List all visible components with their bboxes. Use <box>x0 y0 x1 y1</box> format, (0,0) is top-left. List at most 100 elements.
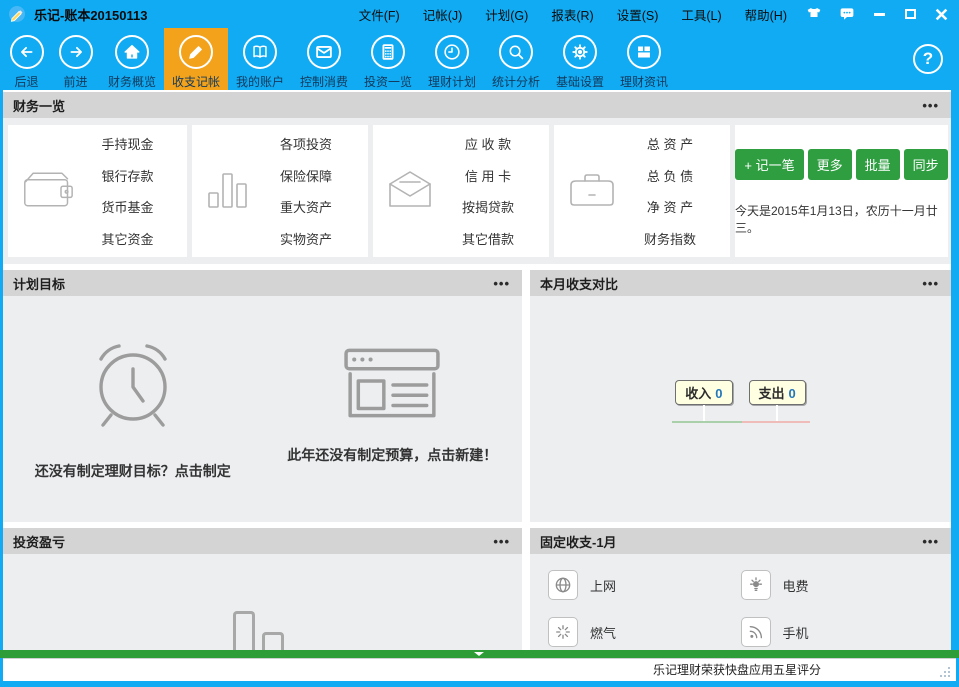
panel-month-compare: 本月收支对比 ••• 收入0 <box>530 270 951 522</box>
finance-cards: 手持现金 银行存款 货币基金 其它资金 各项投资 保险保障 重大资产 实物资产 <box>3 118 951 264</box>
toolbar-label: 收支记帐 <box>172 73 220 90</box>
menu-settings[interactable]: 设置(S) <box>617 5 659 24</box>
card-item[interactable]: 应 收 款 <box>433 134 543 153</box>
panel-fixed-income-expense: 固定收支-1月 ••• 上网 电费 <box>530 528 951 650</box>
fixed-item-gas[interactable]: 燃气 <box>548 617 741 647</box>
plan-body: 还没有制定理财目标？点击制定 此年还没有制定预算，点击新建！ <box>3 296 522 522</box>
fixed-item-electricity[interactable]: 电费 <box>741 570 934 600</box>
today-date-text: 今天是2015年1月13日，农历十一月廿三。 <box>735 202 948 236</box>
help-button[interactable]: ? <box>913 44 943 74</box>
record-entry-button[interactable]: + 记一笔 <box>735 149 803 180</box>
statistics-button[interactable]: 统计分析 <box>484 28 548 90</box>
row-bottom: 投资盈亏 ••• 固定收支-1月 ••• <box>3 528 951 650</box>
income-tooltip[interactable]: 收入0 <box>675 380 732 405</box>
forward-arrow-icon <box>59 35 93 69</box>
envelope-icon <box>307 35 341 69</box>
card-item[interactable]: 保险保障 <box>250 166 362 185</box>
my-accounts-button[interactable]: 我的账户 <box>228 28 292 90</box>
panel-title: 计划目标 <box>13 274 65 293</box>
expense-tooltip[interactable]: 支出0 <box>749 380 806 405</box>
card-item[interactable]: 总 负 债 <box>616 166 724 185</box>
income-expense-record-button[interactable]: 收支记帐 <box>164 28 228 90</box>
card-net-worth-labels: 总 资 产 总 负 债 净 资 产 财务指数 <box>616 134 730 248</box>
card-item[interactable]: 重大资产 <box>250 197 362 216</box>
income-tick <box>703 405 705 421</box>
invest-bar-icon <box>262 632 284 650</box>
batch-button[interactable]: 批量 <box>856 149 900 180</box>
more-menu-button[interactable]: ••• <box>922 98 939 113</box>
goal-budget-text[interactable]: 此年还没有制定预算，点击新建！ <box>287 445 497 465</box>
more-menu-button[interactable]: ••• <box>922 534 939 549</box>
income-line <box>672 421 742 423</box>
finance-news-button[interactable]: 理财资讯 <box>612 28 676 90</box>
feedback-bubble-icon[interactable] <box>838 6 856 22</box>
menu-file[interactable]: 文件(F) <box>359 5 400 24</box>
spending-control-button[interactable]: 控制消费 <box>292 28 356 90</box>
maximize-button[interactable] <box>902 6 918 22</box>
compare-tooltips: 收入0 支出0 <box>675 380 806 421</box>
card-item[interactable]: 按揭贷款 <box>433 197 543 216</box>
goal-target-placeholder[interactable]: 还没有制定理财目标？点击制定 <box>3 296 263 522</box>
card-item[interactable]: 财务指数 <box>616 229 724 248</box>
goal-budget-placeholder[interactable]: 此年还没有制定预算，点击新建！ <box>263 296 523 522</box>
more-menu-button[interactable]: ••• <box>493 534 510 549</box>
forward-button[interactable]: 前进 <box>51 28 100 90</box>
minimize-button[interactable] <box>871 6 887 22</box>
finance-overview-button[interactable]: 财务概览 <box>100 28 164 90</box>
app-window: 乐记-账本20150113 文件(F) 记帐(J) 计划(G) 报表(R) 设置… <box>0 0 959 687</box>
card-net-worth[interactable]: 总 资 产 总 负 债 净 资 产 财务指数 <box>554 125 730 257</box>
gear-icon <box>563 35 597 69</box>
resize-grip[interactable] <box>939 666 951 678</box>
more-menu-button[interactable]: ••• <box>922 276 939 291</box>
expense-line <box>742 421 810 423</box>
toolbar-label: 后退 <box>14 73 38 90</box>
card-item[interactable]: 货币基金 <box>74 197 181 216</box>
toolbar-label: 控制消费 <box>300 73 348 90</box>
close-button[interactable] <box>933 6 949 22</box>
sync-button[interactable]: 同步 <box>904 149 948 180</box>
card-receivables[interactable]: 应 收 款 信 用 卡 按揭贷款 其它借款 <box>373 125 549 257</box>
card-item[interactable]: 其它借款 <box>433 229 543 248</box>
tiles-icon <box>627 35 661 69</box>
status-notice-text[interactable]: 乐记理财荣获快盘应用五星评分 <box>653 659 821 682</box>
back-button[interactable]: 后退 <box>2 28 51 90</box>
fixed-item-mobile[interactable]: 手机 <box>741 617 934 647</box>
card-item[interactable]: 总 资 产 <box>616 134 724 153</box>
maximize-icon <box>905 9 916 19</box>
card-item[interactable]: 银行存款 <box>74 166 181 185</box>
financial-plan-button[interactable]: 理财计划 <box>420 28 484 90</box>
menu-record[interactable]: 记帐(J) <box>423 5 463 24</box>
menu-plan[interactable]: 计划(G) <box>485 5 528 24</box>
toolbar: 后退 前进 财务概览 收支记帐 我的账户 控制消费 投资一览 理财计划 <box>0 28 959 90</box>
home-icon <box>115 35 149 69</box>
panel-title: 固定收支-1月 <box>540 532 617 551</box>
menu-help[interactable]: 帮助(H) <box>745 5 787 24</box>
card-item[interactable]: 手持现金 <box>74 134 181 153</box>
card-cash[interactable]: 手持现金 银行存款 货币基金 其它资金 <box>8 125 187 257</box>
window-title: 乐记-账本20150113 <box>34 5 147 24</box>
card-investments[interactable]: 各项投资 保险保障 重大资产 实物资产 <box>192 125 368 257</box>
toolbar-label: 理财资讯 <box>620 73 668 90</box>
notification-bar[interactable] <box>0 650 959 658</box>
more-button[interactable]: 更多 <box>808 149 852 180</box>
fixed-item-internet[interactable]: 上网 <box>548 570 741 600</box>
toolbar-label: 我的账户 <box>236 73 284 90</box>
more-menu-button[interactable]: ••• <box>493 276 510 291</box>
investment-list-button[interactable]: 投资一览 <box>356 28 420 90</box>
panel-finance-header: 财务一览 ••• <box>3 92 951 118</box>
skin-theme-icon[interactable] <box>805 6 823 22</box>
bar-chart-icon <box>206 168 250 215</box>
card-item[interactable]: 实物资产 <box>250 229 362 248</box>
goal-target-text[interactable]: 还没有制定理财目标？点击制定 <box>35 461 231 481</box>
invest-bar-icon <box>233 611 255 650</box>
menu-tools[interactable]: 工具(L) <box>681 5 721 24</box>
titlebar: 乐记-账本20150113 文件(F) 记帐(J) 计划(G) 报表(R) 设置… <box>0 0 959 28</box>
card-item[interactable]: 各项投资 <box>250 134 362 153</box>
card-item[interactable]: 信 用 卡 <box>433 166 543 185</box>
income-value: 0 <box>715 386 722 401</box>
settings-button[interactable]: 基础设置 <box>548 28 612 90</box>
menu-report[interactable]: 报表(R) <box>551 5 593 24</box>
close-icon <box>935 8 948 21</box>
card-item[interactable]: 其它资金 <box>74 229 181 248</box>
card-item[interactable]: 净 资 产 <box>616 197 724 216</box>
